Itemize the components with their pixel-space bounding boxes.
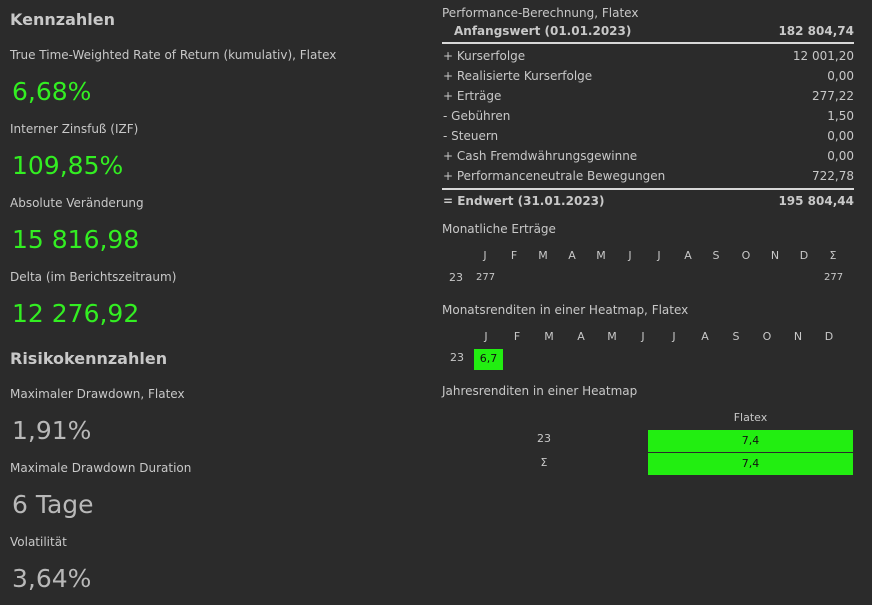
month-header: Σ: [829, 249, 837, 262]
perf-row-value: 722,78: [812, 169, 854, 183]
month-header: J: [484, 330, 488, 343]
volatility-label: Volatilität: [10, 535, 67, 549]
perf-row-label: + Realisierte Kurserfolge: [443, 69, 593, 83]
perf-row: + Performanceneutrale Bewegungen 722,78: [442, 167, 854, 187]
perf-row-value: 0,00: [827, 129, 854, 143]
perf-row: - Gebühren 1,50: [442, 107, 854, 127]
ttwror-label: True Time-Weighted Rate of Return (kumul…: [10, 48, 337, 62]
yearly-heatmap-row-label: Σ: [540, 456, 548, 469]
month-header: N: [793, 330, 803, 343]
monthly-heatmap-year: 23: [450, 351, 464, 364]
month-header: J: [641, 330, 645, 343]
start-value-amount: 182 804,74: [778, 24, 854, 38]
month-header: M: [544, 330, 554, 343]
monthly-heatmap-title: Monatsrenditen in einer Heatmap, Flatex: [442, 303, 689, 317]
perf-row-value: 1,50: [827, 109, 854, 123]
month-header: O: [762, 330, 772, 343]
delta-label: Delta (im Berichtszeitraum): [10, 270, 177, 284]
perf-row: + Realisierte Kurserfolge 0,00: [442, 67, 854, 87]
monthly-income-title: Monatliche Erträge: [442, 222, 556, 236]
monthly-income-sum: 277: [824, 272, 844, 283]
month-header: S: [712, 249, 720, 262]
max-drawdown-duration-label: Maximale Drawdown Duration: [10, 461, 192, 475]
perf-row-label: + Cash Fremdwährungsgewinne: [443, 149, 638, 163]
perf-row-label: - Gebühren: [443, 109, 511, 123]
perf-row: + Erträge 277,22: [442, 87, 854, 107]
perf-row-label: - Steuern: [443, 129, 499, 143]
month-header: J: [628, 249, 632, 262]
month-header: A: [568, 249, 576, 262]
kennzahlen-panel: Kennzahlen True Time-Weighted Rate of Re…: [0, 0, 430, 605]
end-value-row: = Endwert (31.01.2023) 195 804,44: [442, 192, 854, 212]
perf-row-value: 0,00: [827, 149, 854, 163]
perf-row-value: 277,22: [812, 89, 854, 103]
month-header: O: [741, 249, 751, 262]
start-value-label: Anfangswert (01.01.2023): [454, 24, 632, 38]
divider-bottom: [442, 188, 854, 190]
monthly-heatmap-cell-jan: 6,7: [474, 349, 503, 370]
izf-label: Interner Zinsfuß (IZF): [10, 122, 139, 136]
month-header: J: [483, 249, 487, 262]
max-drawdown-value: 1,91%: [12, 416, 92, 445]
month-header: A: [701, 330, 709, 343]
month-header: N: [770, 249, 780, 262]
performance-panel: Performance-Berechnung, Flatex Anfangswe…: [442, 0, 862, 605]
ttwror-value: 6,68%: [12, 77, 92, 106]
perf-row: - Steuern 0,00: [442, 127, 854, 147]
month-header: D: [824, 330, 834, 343]
month-header: M: [538, 249, 548, 262]
yearly-heatmap-column-header: Flatex: [733, 411, 768, 424]
month-header: D: [799, 249, 809, 262]
month-header: F: [510, 249, 518, 262]
start-value-row: Anfangswert (01.01.2023) 182 804,74: [442, 22, 854, 42]
monthly-income-year: 23: [449, 271, 463, 284]
absolute-change-label: Absolute Veränderung: [10, 196, 144, 210]
end-value-label: = Endwert (31.01.2023): [443, 194, 605, 208]
month-header: A: [577, 330, 585, 343]
perf-row-value: 0,00: [827, 69, 854, 83]
kennzahlen-heading: Kennzahlen: [10, 10, 115, 29]
divider-top: [442, 42, 854, 44]
absolute-change-value: 15 816,98: [12, 225, 140, 254]
month-header: F: [513, 330, 521, 343]
volatility-value: 3,64%: [12, 564, 92, 593]
month-header: M: [596, 249, 606, 262]
perf-row-label: + Performanceneutrale Bewegungen: [443, 169, 666, 183]
max-drawdown-label: Maximaler Drawdown, Flatex: [10, 387, 185, 401]
delta-value: 12 276,92: [12, 299, 140, 328]
yearly-heatmap-cell: 7,4: [648, 453, 853, 475]
performance-title: Performance-Berechnung, Flatex: [442, 6, 639, 20]
perf-row: + Cash Fremdwährungsgewinne 0,00: [442, 147, 854, 167]
yearly-heatmap-cell: 7,4: [648, 430, 853, 452]
monthly-income-jan: 277: [476, 272, 496, 283]
perf-row-label: + Kurserfolge: [443, 49, 526, 63]
month-header: J: [657, 249, 661, 262]
end-value-amount: 195 804,44: [778, 194, 854, 208]
risk-heading: Risikokennzahlen: [10, 349, 168, 368]
max-drawdown-duration-value: 6 Tage: [12, 490, 94, 519]
month-header: J: [672, 330, 676, 343]
month-header: M: [607, 330, 617, 343]
yearly-heatmap-title: Jahresrenditen in einer Heatmap: [442, 384, 638, 398]
izf-value: 109,85%: [12, 151, 124, 180]
month-header: S: [732, 330, 740, 343]
perf-row: + Kurserfolge 12 001,20: [442, 47, 854, 67]
month-header: A: [684, 249, 692, 262]
perf-row-value: 12 001,20: [792, 49, 854, 63]
perf-row-label: + Erträge: [443, 89, 502, 103]
yearly-heatmap-row-label: 23: [537, 432, 551, 445]
